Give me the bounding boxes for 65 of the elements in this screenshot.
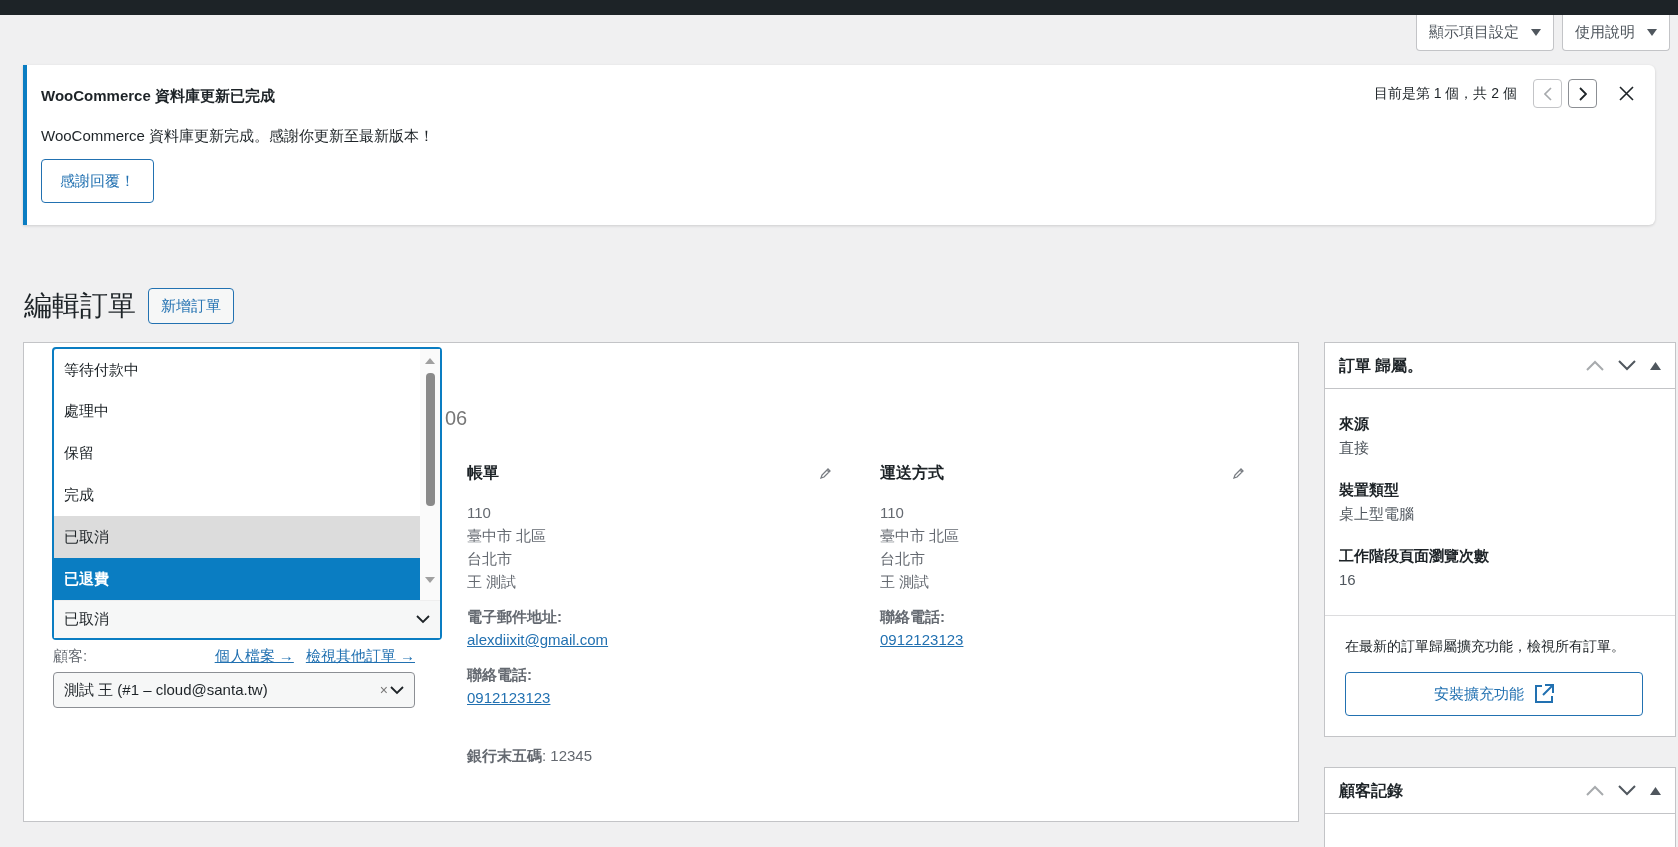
chevron-right-icon (1578, 86, 1587, 101)
address-line: 王 測試 (467, 572, 518, 592)
contact-link[interactable]: 0912123123 (880, 628, 964, 651)
customer-link[interactable]: 檢視其他訂單 → (305, 645, 415, 668)
box-title: 顧客記錄 (1339, 780, 1403, 801)
collapse-icon[interactable] (1650, 786, 1661, 795)
notice-message: WooCommerce 資料庫更新完成。感謝你更新至最新版本！ (41, 125, 435, 146)
external-link-icon (1534, 684, 1554, 704)
attribute-label: 裝置類型 (1339, 480, 1400, 500)
notice-title: WooCommerce 資料庫更新已完成 (41, 86, 276, 106)
field-label: 聯絡電話: (467, 665, 533, 685)
field-label: 聯絡電話: (880, 607, 946, 627)
attribute-value: 桌上型電腦 (1339, 503, 1415, 524)
section-heading: 帳單 (467, 463, 499, 483)
attribute-value: 直接 (1339, 437, 1370, 458)
thanks-button[interactable]: 感謝回覆！ (41, 159, 154, 203)
pencil-icon[interactable] (1232, 466, 1245, 480)
install-extension-button[interactable]: 安裝擴充功能 (1345, 672, 1643, 716)
dropdown-option[interactable]: 已取消 (54, 516, 420, 559)
contact-link[interactable]: 0912123123 (467, 686, 551, 709)
address-line: 110 (880, 503, 905, 523)
box-title: 訂單 歸屬。 (1339, 355, 1424, 376)
attribute-label: 工作階段頁面瀏覽次數 (1339, 546, 1490, 566)
order-heading: 06 (445, 406, 468, 431)
dropdown-option[interactable]: 處理中 (54, 390, 420, 433)
move-down-icon[interactable] (1618, 785, 1636, 796)
caret-icon (1531, 28, 1541, 37)
attribute-value: 16 (1339, 569, 1357, 590)
add-order-button[interactable]: 新增訂單 (148, 288, 234, 324)
next-button[interactable] (1568, 79, 1597, 108)
collapse-icon[interactable] (1650, 361, 1661, 370)
dropdown-option[interactable]: 保留 (54, 432, 420, 475)
customer-select[interactable]: 測試 王 (#1 – cloud@santa.tw) × (53, 672, 415, 708)
clear-icon[interactable]: × (379, 679, 388, 701)
pencil-icon[interactable] (819, 466, 832, 480)
section-heading: 運送方式 (880, 463, 944, 483)
field-label: 電子郵件地址: (467, 607, 563, 627)
screen-options-tab[interactable]: 顯示項目設定 (1416, 15, 1554, 51)
customer-link[interactable]: 個人檔案 → (214, 645, 294, 668)
attribute-label: 來源 (1339, 414, 1370, 434)
move-down-icon[interactable] (1618, 360, 1636, 371)
status-dropdown[interactable]: 等待付款中 處理中 保留 完成 已取消 已退費 已取消 (52, 347, 442, 640)
screen-options-tab[interactable]: 使用說明 (1562, 15, 1670, 51)
dropdown-option[interactable]: 完成 (54, 474, 420, 517)
dropdown-option[interactable]: 等待付款中 (54, 349, 420, 391)
address-line: 臺中市 北區 (880, 526, 961, 546)
selected-status: 已取消 (64, 609, 109, 630)
address-line: 台北市 (880, 549, 926, 569)
address-line: 台北市 (467, 549, 513, 569)
address-line: 臺中市 北區 (467, 526, 548, 546)
caret-icon (1647, 28, 1657, 37)
promo-text: 在最新的訂單歸屬擴充功能，檢視所有訂單。 (1345, 637, 1626, 656)
page-title: 編輯訂單 (24, 289, 136, 323)
notice-pager: 目前是第 1 個，共 2 個 (1373, 84, 1517, 103)
chevron-down-icon (416, 615, 430, 624)
customer-label: 顧客: (53, 646, 88, 666)
contact-link[interactable]: alexdiixit@gmail.com (467, 628, 609, 651)
chevron-down-icon (390, 685, 404, 695)
address-line: 王 測試 (880, 572, 931, 592)
bank-digits: 銀行末五碼: 12345 (467, 746, 594, 766)
close-button[interactable] (1617, 84, 1635, 103)
dropdown-option[interactable]: 已退費 (54, 558, 420, 600)
chevron-left-icon (1543, 86, 1552, 101)
address-line: 110 (467, 503, 492, 523)
close-icon (1618, 86, 1634, 101)
